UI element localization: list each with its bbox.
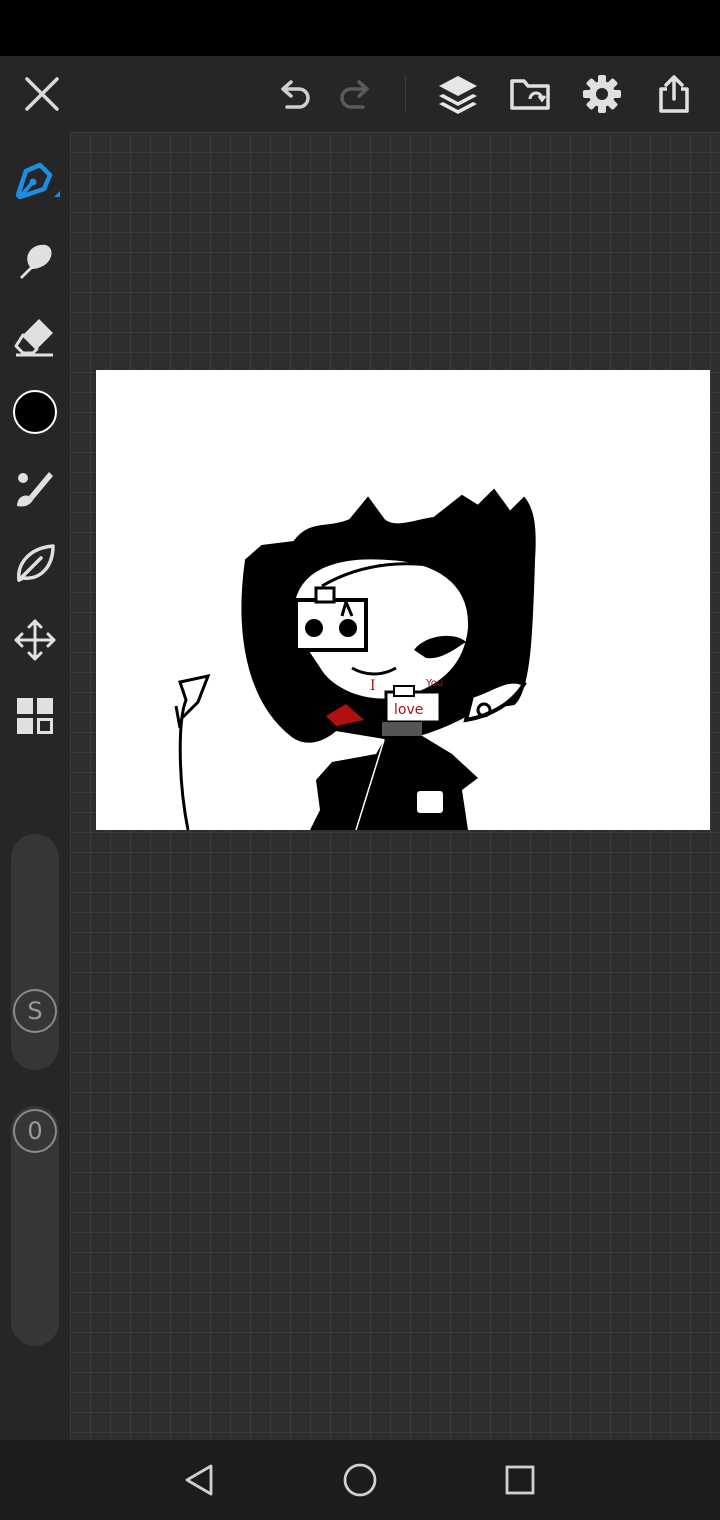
pen-tool-icon bbox=[15, 162, 60, 200]
left-toolbar: S 0 bbox=[0, 132, 70, 1440]
settings-gear-icon bbox=[583, 75, 621, 113]
nav-recents-button[interactable] bbox=[480, 1450, 560, 1510]
eraser-tool-icon bbox=[14, 319, 53, 357]
settings-button[interactable] bbox=[572, 56, 632, 132]
smudge-tool-icon bbox=[20, 244, 52, 279]
gallery-grid-icon bbox=[17, 698, 53, 734]
back-nav-icon bbox=[185, 1464, 213, 1496]
gallery-button[interactable] bbox=[5, 686, 65, 746]
top-toolbar bbox=[0, 56, 720, 132]
undo-icon bbox=[281, 80, 310, 109]
home-nav-icon bbox=[343, 1463, 377, 1497]
canvas-text-love: love bbox=[394, 702, 423, 718]
smudge-tool-button[interactable] bbox=[5, 230, 65, 290]
pen-tool-button[interactable] bbox=[5, 152, 65, 212]
transform-move-icon bbox=[14, 619, 56, 661]
share-export-icon bbox=[659, 75, 689, 113]
transform-tool-button[interactable] bbox=[5, 610, 65, 670]
brush-settings-icon bbox=[17, 472, 53, 507]
brush-opacity-slider[interactable]: 0 bbox=[11, 1106, 59, 1346]
liquify-tool-icon bbox=[17, 544, 55, 582]
brush-size-label: S bbox=[27, 997, 43, 1025]
share-button[interactable] bbox=[644, 56, 704, 132]
close-button[interactable] bbox=[12, 56, 72, 132]
brush-size-slider[interactable]: S bbox=[11, 834, 59, 1070]
file-import-icon bbox=[510, 79, 550, 110]
close-icon bbox=[25, 77, 59, 111]
redo-button[interactable] bbox=[327, 56, 387, 132]
current-color-swatch bbox=[13, 390, 57, 434]
system-nav-bar bbox=[0, 1440, 720, 1520]
eraser-tool-button[interactable] bbox=[5, 307, 65, 367]
color-picker-button[interactable] bbox=[5, 382, 65, 442]
character-drawing: I You love bbox=[174, 488, 536, 830]
status-bar bbox=[0, 0, 720, 56]
brush-opacity-label: 0 bbox=[27, 1117, 43, 1145]
brush-opacity-knob[interactable]: 0 bbox=[13, 1109, 57, 1153]
redo-icon bbox=[340, 80, 369, 109]
undo-button[interactable] bbox=[263, 56, 323, 132]
nav-back-button[interactable] bbox=[160, 1450, 240, 1510]
layers-button[interactable] bbox=[428, 56, 488, 132]
canvas-text-you: You bbox=[425, 678, 443, 689]
layers-icon bbox=[439, 76, 477, 114]
brush-settings-button[interactable] bbox=[5, 458, 65, 518]
toolbar-divider bbox=[405, 76, 406, 112]
canvas-text-i: I bbox=[370, 678, 376, 694]
brush-size-knob[interactable]: S bbox=[13, 989, 57, 1033]
import-button[interactable] bbox=[500, 56, 560, 132]
nav-home-button[interactable] bbox=[320, 1450, 400, 1510]
liquify-tool-button[interactable] bbox=[5, 534, 65, 594]
drawing-canvas[interactable]: I You love bbox=[96, 370, 710, 830]
recents-nav-icon bbox=[505, 1465, 535, 1495]
